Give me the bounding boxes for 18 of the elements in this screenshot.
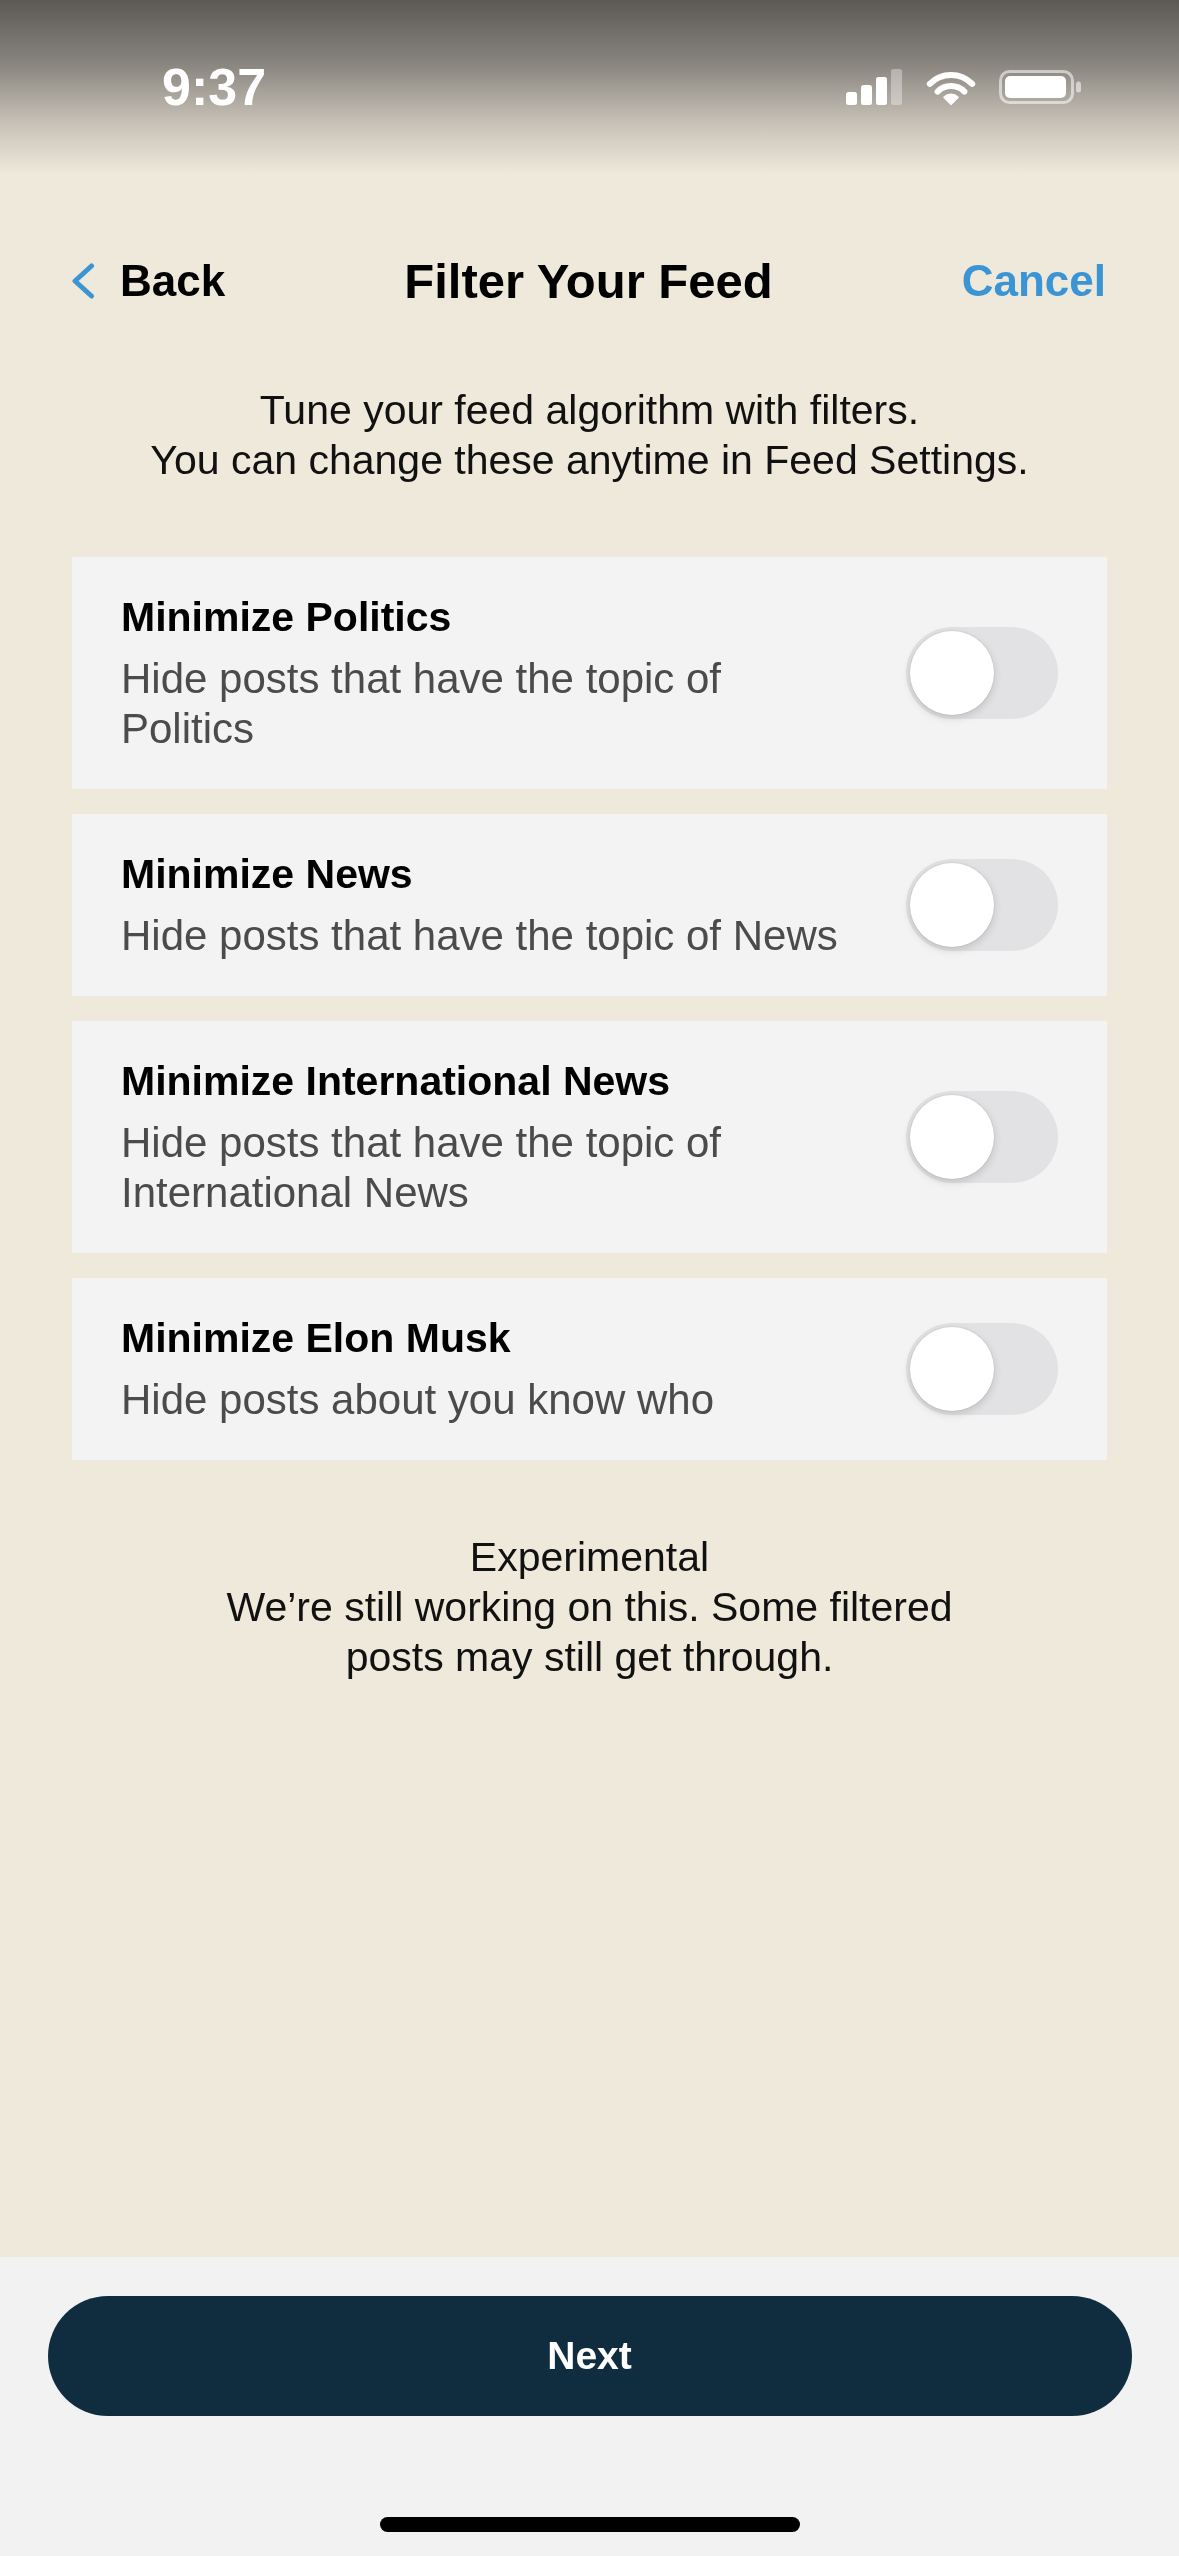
filter-description: Hide posts about you know who	[121, 1375, 716, 1425]
status-time: 9:37	[162, 57, 267, 117]
signal-icon	[846, 69, 903, 105]
intro-text: Tune your feed algorithm with filters. You can change these anytime in Feed Settings.	[149, 386, 1030, 485]
filter-description: Hide posts that have the topic of International News	[121, 1118, 723, 1218]
filter-title: Minimize International News	[121, 1057, 672, 1106]
note-text: We’re still working on this. Some filtered posts may still get through.	[225, 1583, 954, 1682]
filter-description: Hide posts that have the topic of News	[121, 911, 839, 961]
filter-title: Minimize Elon Musk	[121, 1314, 512, 1363]
filter-title: Minimize Politics	[121, 593, 453, 642]
filter-title: Minimize News	[121, 850, 414, 899]
note-title: Experimental	[468, 1533, 711, 1582]
filter-description: Hide posts that have the topic of Politics	[121, 654, 723, 754]
chevron-left-icon	[71, 263, 95, 299]
back-button[interactable]: Back	[71, 253, 226, 309]
next-button[interactable]: Next	[47, 2296, 1132, 2416]
screen-title: Filter Your Feed	[404, 253, 773, 310]
battery-icon	[999, 70, 1081, 104]
